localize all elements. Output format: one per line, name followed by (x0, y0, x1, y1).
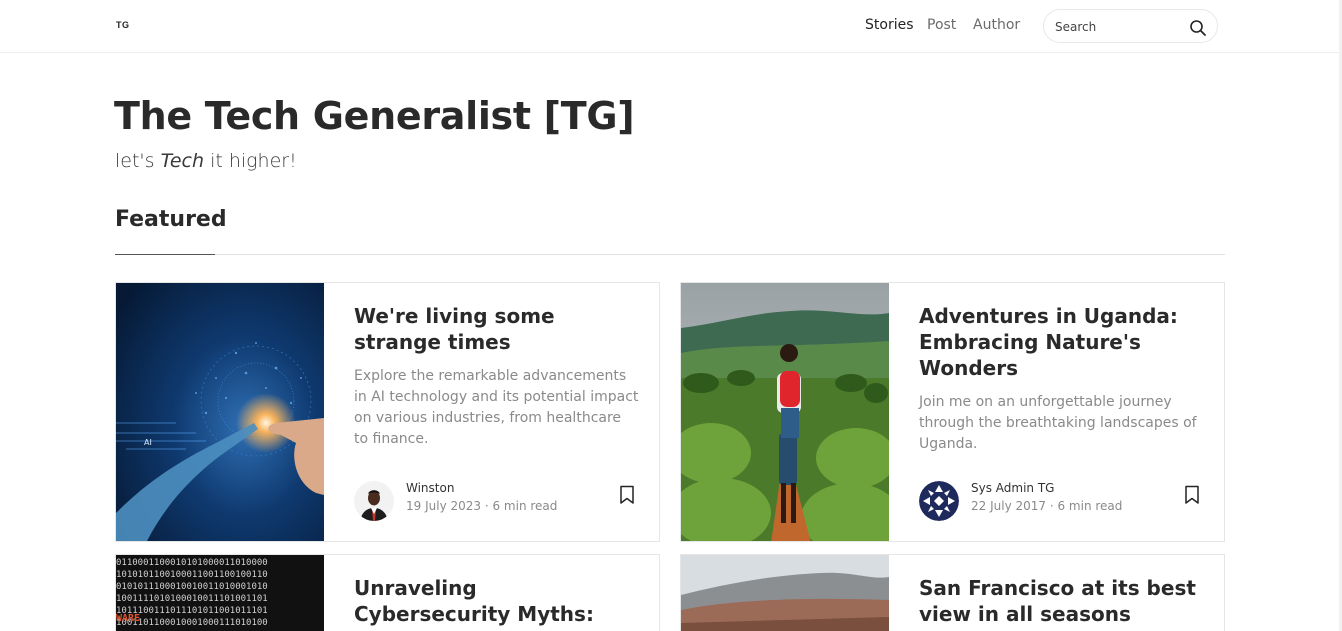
svg-text:AI: AI (144, 438, 152, 447)
search-box (1043, 9, 1218, 43)
post-thumbnail-cybersecurity[interactable]: 0110001100010101000011010000 10101011001… (116, 555, 324, 631)
featured-heading: Featured (115, 207, 227, 232)
featured-post-card[interactable]: 0110001100010101000011010000 10101011001… (115, 554, 660, 631)
post-excerpt: Explore the remarkable advancements in A… (354, 368, 639, 447)
post-title[interactable]: Unraveling Cybersecurity Myths: Debunkin… (354, 575, 639, 631)
post-meta: Sys Admin TG 22 July 2017 · 6 min read (919, 481, 1204, 521)
search-input[interactable] (1055, 18, 1185, 36)
post-date-readtime: 19 July 2023 · 6 min read (406, 499, 558, 513)
top-navigation-bar: TG Stories Post Author (0, 0, 1342, 53)
author-avatar[interactable] (354, 481, 394, 521)
featured-post-card[interactable]: Adventures in Uganda: Embracing Nature's… (680, 282, 1225, 542)
author-name[interactable]: Sys Admin TG (971, 481, 1054, 495)
site-title: The Tech Generalist [TG] (114, 94, 635, 138)
nav-author[interactable]: Author (973, 17, 1020, 33)
nav-post[interactable]: Post (927, 17, 956, 33)
section-divider-accent (115, 254, 215, 255)
post-thumbnail-ai[interactable]: AI (116, 283, 324, 541)
post-date-readtime: 22 July 2017 · 6 min read (971, 499, 1123, 513)
svg-text:1010101100100011001100100110: 1010101100100011001100100110 (116, 570, 268, 580)
bookmark-icon[interactable] (1183, 485, 1201, 505)
author-name[interactable]: Winston (406, 481, 454, 495)
svg-text:WARE: WARE (116, 613, 140, 624)
svg-text:0101011100010010011010001010: 0101011100010010011010001010 (116, 582, 268, 592)
site-tagline: let's Tech it higher! (115, 150, 297, 172)
featured-post-card[interactable]: AI We're living some strange times Explo… (115, 282, 660, 542)
post-meta: Winston 19 July 2023 · 6 min read (354, 481, 639, 521)
search-icon[interactable] (1189, 19, 1207, 37)
post-title[interactable]: Adventures in Uganda: Embracing Nature's… (919, 303, 1204, 381)
post-title[interactable]: We're living some strange times (354, 303, 639, 355)
svg-text:1001111010100010011101001101: 1001111010100010011101001101 (116, 594, 268, 604)
post-excerpt: Join me on an unforgettable journey thro… (919, 394, 1197, 452)
section-divider (115, 254, 1225, 255)
post-title[interactable]: San Francisco at its best view in all se… (919, 575, 1204, 627)
featured-post-card[interactable]: San Francisco at its best view in all se… (680, 554, 1225, 631)
site-logo[interactable]: TG (116, 20, 130, 30)
author-avatar[interactable] (919, 481, 959, 521)
svg-text:0110001100010101000011010000: 0110001100010101000011010000 (116, 558, 268, 568)
nav-stories[interactable]: Stories (865, 17, 914, 33)
post-thumbnail-san-francisco[interactable] (681, 555, 889, 631)
post-thumbnail-uganda[interactable] (681, 283, 889, 541)
bookmark-icon[interactable] (618, 485, 636, 505)
